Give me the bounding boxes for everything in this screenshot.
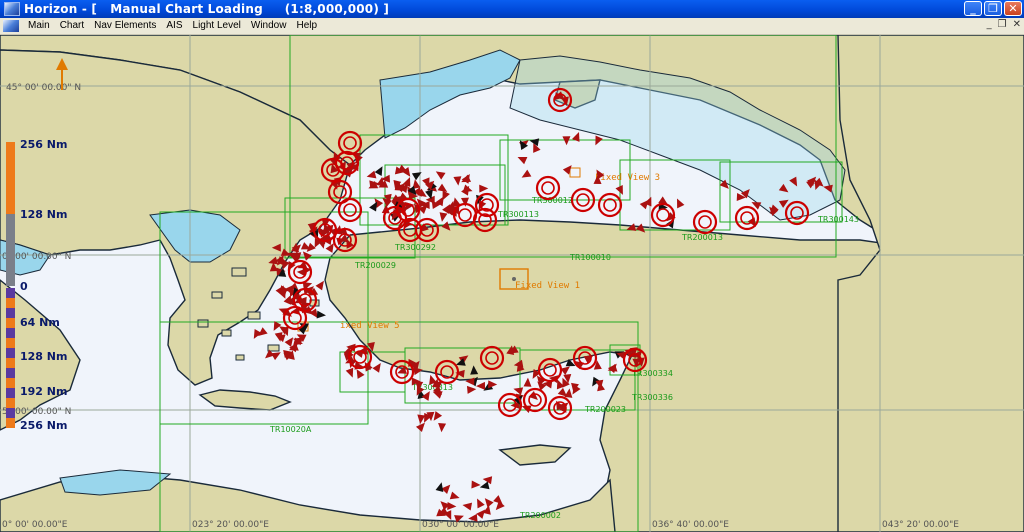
range-scale-bar-top-gray [6, 214, 15, 286]
window-title-bar: Horizon - [ Manual Chart Loading (1:8,00… [0, 0, 1024, 18]
document-icon[interactable] [3, 20, 19, 32]
lon-label-23e: 023° 20' 00.00"E [192, 520, 269, 530]
fixed-view-1-label: Fixed View 1 [515, 281, 580, 291]
fixed-view-3-label: Fixed View 3 [595, 173, 660, 183]
mdi-restore-button[interactable]: ❐ [998, 19, 1007, 30]
tile-label-tr10020a: TR10020A [269, 425, 312, 434]
tile-label-tr300113: TR300113 [497, 210, 539, 219]
range-label-zero: 0 [20, 280, 28, 293]
lon-label-43e: 043° 20' 00.00"E [882, 520, 959, 530]
range-scale-bar-top-orange [6, 142, 15, 214]
menu-light-level[interactable]: Light Level [188, 18, 246, 34]
menu-window[interactable]: Window [246, 18, 292, 34]
mdi-minimize-button[interactable]: _ [987, 19, 992, 30]
lon-label-0: 0° 00' 00.00"E [2, 520, 68, 530]
range-label-128-bottom: 128 Nm [20, 350, 68, 363]
window-controls: _ ❐ ✕ [964, 1, 1022, 16]
window-title: Horizon - [ Manual Chart Loading (1:8,00… [24, 2, 390, 16]
tile-label-tr300292: TR300292 [394, 243, 436, 252]
fixed-view-5-label: ixed View 5 [340, 321, 400, 331]
close-button[interactable]: ✕ [1004, 1, 1022, 16]
tile-label-tr100010: TR100010 [569, 253, 611, 262]
range-scale: 256 Nm 128 Nm 0 64 Nm 128 Nm 192 Nm 256 … [6, 138, 86, 432]
mdi-controls: _ ❐ ✕ [987, 19, 1021, 30]
menu-ais[interactable]: AIS [161, 18, 187, 34]
menu-help[interactable]: Help [291, 18, 322, 34]
range-label-64: 64 Nm [20, 316, 60, 329]
menu-bar: Main Chart Nav Elements AIS Light Level … [0, 18, 1024, 35]
range-label-256-top: 256 Nm [20, 138, 68, 151]
restore-button[interactable]: ❐ [984, 1, 1002, 16]
mdi-close-button[interactable]: ✕ [1013, 19, 1021, 30]
lon-label-30e: 030° 00' 00.00"E [422, 520, 499, 530]
minimize-button[interactable]: _ [964, 1, 982, 16]
menu-chart[interactable]: Chart [55, 18, 89, 34]
menu-main[interactable]: Main [23, 18, 55, 34]
app-icon [4, 2, 20, 16]
range-label-128-top: 128 Nm [20, 208, 68, 221]
range-scale-bar-bottom [6, 288, 15, 428]
tile-label-tr200002: TR200002 [519, 511, 561, 520]
tile-label-tr200029: TR200029 [354, 261, 396, 270]
menu-nav-elements[interactable]: Nav Elements [89, 18, 161, 34]
range-label-256-bottom: 256 Nm [20, 419, 68, 432]
tile-label-tr200013: TR200013 [681, 233, 723, 242]
lon-label-36e: 036° 40' 00.00"E [652, 520, 729, 530]
range-label-192: 192 Nm [20, 385, 68, 398]
tile-label-tr300143: TR300143 [817, 215, 859, 224]
chart-map[interactable]: 45° 00' 00.00" N 0° 00' 00.00" N 5° 00' … [0, 35, 1024, 532]
tile-label-tr200023: TR200023 [584, 405, 626, 414]
tile-label-tr300336: TR300336 [631, 393, 673, 402]
lat-label-45n: 45° 00' 00.00" N [6, 83, 81, 93]
